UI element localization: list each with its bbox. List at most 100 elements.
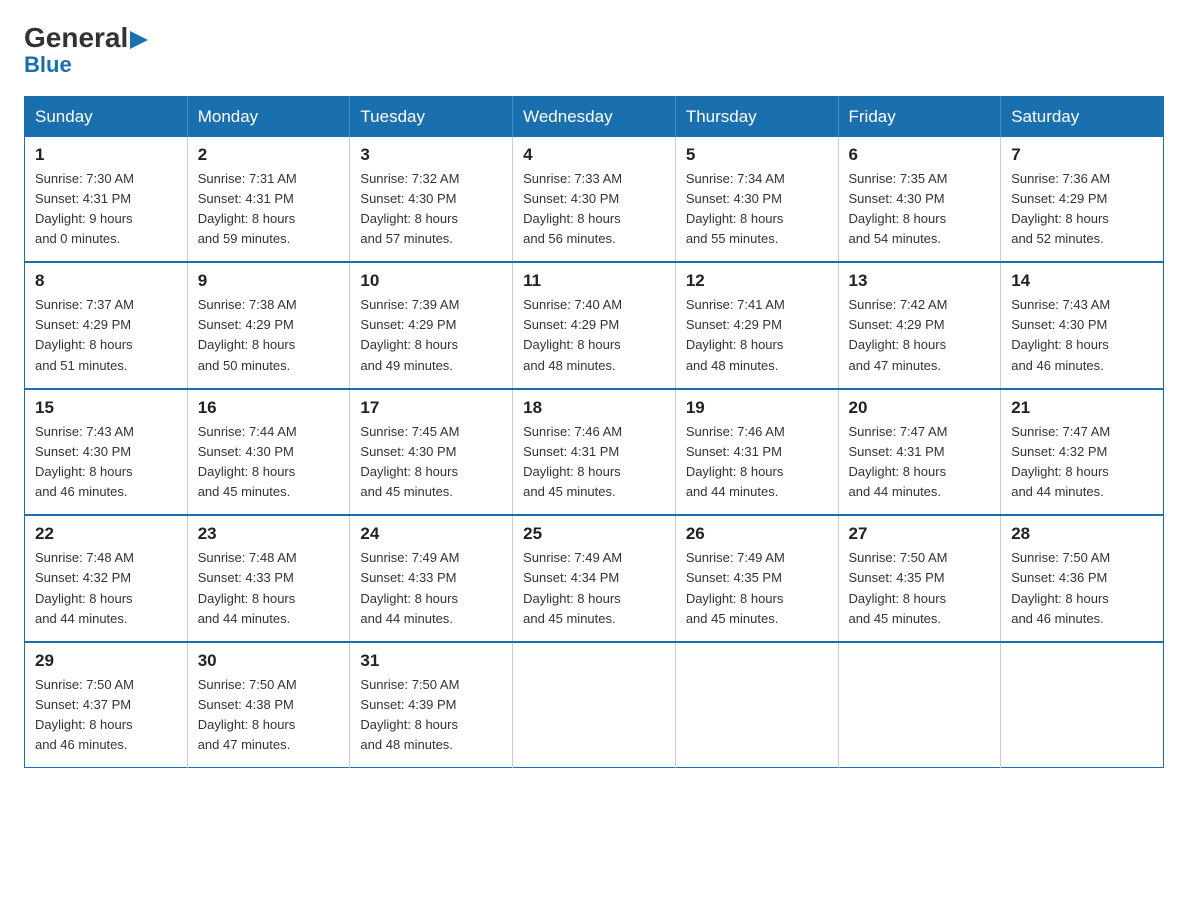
calendar-cell: 13 Sunrise: 7:42 AMSunset: 4:29 PMDaylig… xyxy=(838,262,1001,389)
calendar-cell: 7 Sunrise: 7:36 AMSunset: 4:29 PMDayligh… xyxy=(1001,137,1164,263)
day-info: Sunrise: 7:50 AMSunset: 4:39 PMDaylight:… xyxy=(360,677,459,752)
day-info: Sunrise: 7:47 AMSunset: 4:32 PMDaylight:… xyxy=(1011,424,1110,499)
day-number: 16 xyxy=(198,398,340,418)
day-info: Sunrise: 7:43 AMSunset: 4:30 PMDaylight:… xyxy=(1011,297,1110,372)
calendar-cell xyxy=(675,642,838,768)
day-number: 7 xyxy=(1011,145,1153,165)
logo-general: General xyxy=(24,24,148,54)
calendar-cell: 19 Sunrise: 7:46 AMSunset: 4:31 PMDaylig… xyxy=(675,389,838,516)
calendar-cell: 6 Sunrise: 7:35 AMSunset: 4:30 PMDayligh… xyxy=(838,137,1001,263)
day-info: Sunrise: 7:32 AMSunset: 4:30 PMDaylight:… xyxy=(360,171,459,246)
calendar-header-row: SundayMondayTuesdayWednesdayThursdayFrid… xyxy=(25,96,1164,137)
calendar-cell: 11 Sunrise: 7:40 AMSunset: 4:29 PMDaylig… xyxy=(513,262,676,389)
calendar-cell: 26 Sunrise: 7:49 AMSunset: 4:35 PMDaylig… xyxy=(675,515,838,642)
day-info: Sunrise: 7:50 AMSunset: 4:38 PMDaylight:… xyxy=(198,677,297,752)
logo-blue: Blue xyxy=(24,52,72,78)
day-number: 22 xyxy=(35,524,177,544)
calendar-cell: 22 Sunrise: 7:48 AMSunset: 4:32 PMDaylig… xyxy=(25,515,188,642)
day-info: Sunrise: 7:49 AMSunset: 4:34 PMDaylight:… xyxy=(523,550,622,625)
col-header-saturday: Saturday xyxy=(1001,96,1164,137)
col-header-friday: Friday xyxy=(838,96,1001,137)
day-number: 26 xyxy=(686,524,828,544)
calendar-cell: 4 Sunrise: 7:33 AMSunset: 4:30 PMDayligh… xyxy=(513,137,676,263)
calendar-week-row: 22 Sunrise: 7:48 AMSunset: 4:32 PMDaylig… xyxy=(25,515,1164,642)
day-info: Sunrise: 7:34 AMSunset: 4:30 PMDaylight:… xyxy=(686,171,785,246)
calendar-cell: 30 Sunrise: 7:50 AMSunset: 4:38 PMDaylig… xyxy=(187,642,350,768)
calendar-cell: 27 Sunrise: 7:50 AMSunset: 4:35 PMDaylig… xyxy=(838,515,1001,642)
calendar-cell: 16 Sunrise: 7:44 AMSunset: 4:30 PMDaylig… xyxy=(187,389,350,516)
day-number: 14 xyxy=(1011,271,1153,291)
day-info: Sunrise: 7:50 AMSunset: 4:37 PMDaylight:… xyxy=(35,677,134,752)
calendar-cell: 25 Sunrise: 7:49 AMSunset: 4:34 PMDaylig… xyxy=(513,515,676,642)
day-info: Sunrise: 7:48 AMSunset: 4:33 PMDaylight:… xyxy=(198,550,297,625)
day-number: 31 xyxy=(360,651,502,671)
col-header-monday: Monday xyxy=(187,96,350,137)
day-info: Sunrise: 7:49 AMSunset: 4:33 PMDaylight:… xyxy=(360,550,459,625)
calendar-week-row: 15 Sunrise: 7:43 AMSunset: 4:30 PMDaylig… xyxy=(25,389,1164,516)
day-number: 30 xyxy=(198,651,340,671)
day-number: 1 xyxy=(35,145,177,165)
calendar-cell xyxy=(1001,642,1164,768)
day-number: 8 xyxy=(35,271,177,291)
col-header-sunday: Sunday xyxy=(25,96,188,137)
day-number: 13 xyxy=(849,271,991,291)
day-info: Sunrise: 7:47 AMSunset: 4:31 PMDaylight:… xyxy=(849,424,948,499)
day-info: Sunrise: 7:43 AMSunset: 4:30 PMDaylight:… xyxy=(35,424,134,499)
day-info: Sunrise: 7:46 AMSunset: 4:31 PMDaylight:… xyxy=(686,424,785,499)
col-header-wednesday: Wednesday xyxy=(513,96,676,137)
day-info: Sunrise: 7:33 AMSunset: 4:30 PMDaylight:… xyxy=(523,171,622,246)
day-number: 25 xyxy=(523,524,665,544)
calendar-cell: 23 Sunrise: 7:48 AMSunset: 4:33 PMDaylig… xyxy=(187,515,350,642)
calendar-week-row: 8 Sunrise: 7:37 AMSunset: 4:29 PMDayligh… xyxy=(25,262,1164,389)
day-number: 12 xyxy=(686,271,828,291)
day-number: 17 xyxy=(360,398,502,418)
col-header-tuesday: Tuesday xyxy=(350,96,513,137)
calendar-cell: 24 Sunrise: 7:49 AMSunset: 4:33 PMDaylig… xyxy=(350,515,513,642)
day-number: 28 xyxy=(1011,524,1153,544)
day-info: Sunrise: 7:45 AMSunset: 4:30 PMDaylight:… xyxy=(360,424,459,499)
calendar-cell: 17 Sunrise: 7:45 AMSunset: 4:30 PMDaylig… xyxy=(350,389,513,516)
day-number: 29 xyxy=(35,651,177,671)
calendar-table: SundayMondayTuesdayWednesdayThursdayFrid… xyxy=(24,96,1164,769)
day-info: Sunrise: 7:46 AMSunset: 4:31 PMDaylight:… xyxy=(523,424,622,499)
calendar-cell: 21 Sunrise: 7:47 AMSunset: 4:32 PMDaylig… xyxy=(1001,389,1164,516)
calendar-cell: 20 Sunrise: 7:47 AMSunset: 4:31 PMDaylig… xyxy=(838,389,1001,516)
calendar-cell xyxy=(513,642,676,768)
day-number: 27 xyxy=(849,524,991,544)
day-number: 2 xyxy=(198,145,340,165)
day-number: 9 xyxy=(198,271,340,291)
calendar-cell: 3 Sunrise: 7:32 AMSunset: 4:30 PMDayligh… xyxy=(350,137,513,263)
calendar-cell: 2 Sunrise: 7:31 AMSunset: 4:31 PMDayligh… xyxy=(187,137,350,263)
calendar-cell: 8 Sunrise: 7:37 AMSunset: 4:29 PMDayligh… xyxy=(25,262,188,389)
calendar-cell: 14 Sunrise: 7:43 AMSunset: 4:30 PMDaylig… xyxy=(1001,262,1164,389)
day-number: 5 xyxy=(686,145,828,165)
calendar-cell: 18 Sunrise: 7:46 AMSunset: 4:31 PMDaylig… xyxy=(513,389,676,516)
calendar-cell: 10 Sunrise: 7:39 AMSunset: 4:29 PMDaylig… xyxy=(350,262,513,389)
calendar-week-row: 29 Sunrise: 7:50 AMSunset: 4:37 PMDaylig… xyxy=(25,642,1164,768)
day-info: Sunrise: 7:36 AMSunset: 4:29 PMDaylight:… xyxy=(1011,171,1110,246)
calendar-cell: 9 Sunrise: 7:38 AMSunset: 4:29 PMDayligh… xyxy=(187,262,350,389)
day-number: 24 xyxy=(360,524,502,544)
day-number: 20 xyxy=(849,398,991,418)
day-number: 21 xyxy=(1011,398,1153,418)
calendar-cell: 28 Sunrise: 7:50 AMSunset: 4:36 PMDaylig… xyxy=(1001,515,1164,642)
day-info: Sunrise: 7:37 AMSunset: 4:29 PMDaylight:… xyxy=(35,297,134,372)
day-info: Sunrise: 7:30 AMSunset: 4:31 PMDaylight:… xyxy=(35,171,134,246)
day-number: 6 xyxy=(849,145,991,165)
day-info: Sunrise: 7:31 AMSunset: 4:31 PMDaylight:… xyxy=(198,171,297,246)
day-info: Sunrise: 7:41 AMSunset: 4:29 PMDaylight:… xyxy=(686,297,785,372)
day-info: Sunrise: 7:49 AMSunset: 4:35 PMDaylight:… xyxy=(686,550,785,625)
day-number: 4 xyxy=(523,145,665,165)
calendar-cell: 1 Sunrise: 7:30 AMSunset: 4:31 PMDayligh… xyxy=(25,137,188,263)
day-info: Sunrise: 7:44 AMSunset: 4:30 PMDaylight:… xyxy=(198,424,297,499)
day-number: 3 xyxy=(360,145,502,165)
day-info: Sunrise: 7:38 AMSunset: 4:29 PMDaylight:… xyxy=(198,297,297,372)
day-number: 15 xyxy=(35,398,177,418)
calendar-cell: 31 Sunrise: 7:50 AMSunset: 4:39 PMDaylig… xyxy=(350,642,513,768)
day-number: 11 xyxy=(523,271,665,291)
day-info: Sunrise: 7:40 AMSunset: 4:29 PMDaylight:… xyxy=(523,297,622,372)
calendar-cell: 29 Sunrise: 7:50 AMSunset: 4:37 PMDaylig… xyxy=(25,642,188,768)
calendar-cell: 12 Sunrise: 7:41 AMSunset: 4:29 PMDaylig… xyxy=(675,262,838,389)
calendar-week-row: 1 Sunrise: 7:30 AMSunset: 4:31 PMDayligh… xyxy=(25,137,1164,263)
day-info: Sunrise: 7:35 AMSunset: 4:30 PMDaylight:… xyxy=(849,171,948,246)
